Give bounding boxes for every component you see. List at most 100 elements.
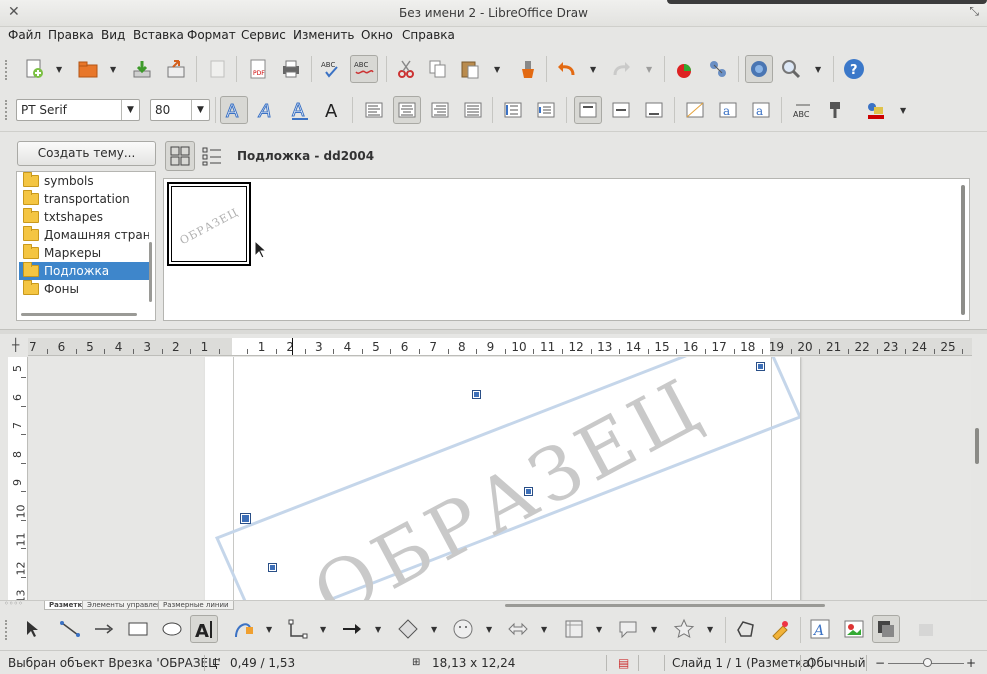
chevron-down-icon[interactable]: ▼ [431,625,437,634]
chevron-down-icon[interactable]: ▼ [375,625,381,634]
valign-bottom-icon[interactable] [640,96,668,124]
theme-list[interactable]: symbols transportation txtshapes Домашня… [16,171,156,321]
chevron-down-icon[interactable]: ▼ [56,65,62,74]
chevron-down-icon[interactable]: ▼ [320,625,326,634]
chevron-down-icon[interactable]: ▼ [590,65,596,74]
align-justify-icon[interactable] [459,96,487,124]
valign-top-icon[interactable] [574,96,602,124]
autospellcheck-icon[interactable]: ABC [350,55,378,83]
detail-view-icon[interactable] [197,141,227,171]
glue-points-icon[interactable] [766,615,794,643]
text-italic-outline-icon[interactable]: A [253,96,281,124]
line-arrow-icon[interactable] [338,615,366,643]
text-fit-icon[interactable] [681,96,709,124]
extrusion-icon[interactable] [872,615,900,643]
points-edit-icon[interactable] [732,615,760,643]
new-document-icon[interactable] [20,55,48,83]
copy-icon[interactable] [424,55,452,83]
flowchart-icon[interactable] [560,615,588,643]
theme-list-scrollbar[interactable] [149,242,152,302]
list-item[interactable]: Фоны [19,280,149,298]
gallery-items-view[interactable]: ОБРАЗЕЦ [163,178,970,321]
chevron-down-icon[interactable]: ▼ [815,65,821,74]
canvas-vscrollbar[interactable] [972,338,987,602]
zoom-out-icon[interactable]: − [875,656,885,670]
ellipse-icon[interactable] [158,615,186,643]
gallery-icon[interactable] [745,55,773,83]
stars-icon[interactable] [670,615,698,643]
list-item-selected[interactable]: Подложка [19,262,149,280]
chevron-down-icon[interactable]: ▼ [110,65,116,74]
page[interactable]: ОБРАЗЕЦ [205,357,800,600]
navigator-icon[interactable] [704,55,732,83]
menu-format[interactable]: Формат [187,28,236,42]
resize-handle[interactable] [472,390,481,399]
font-size-combo[interactable]: 80 ▼ [150,99,210,121]
document-modified-icon[interactable]: ▤ [618,656,629,670]
list-item[interactable]: Домашняя страниц [19,226,149,244]
align-center-icon[interactable] [393,96,421,124]
help-icon[interactable]: ? [840,55,868,83]
select-pointer-icon[interactable] [18,615,46,643]
gallery-scrollbar[interactable] [961,185,965,315]
zoom-icon[interactable] [777,55,805,83]
curve-tool-icon[interactable] [230,615,258,643]
rectangle-icon[interactable] [124,615,152,643]
text-tool-icon[interactable]: A [190,615,218,643]
list-item[interactable]: transportation [19,190,149,208]
fontwork-icon[interactable]: A [806,615,834,643]
spellcheck-icon[interactable]: ABC [317,55,345,83]
menu-tools[interactable]: Сервис [241,28,286,42]
ruler-origin-icon[interactable]: ┼ [12,338,19,352]
arrow-line-icon[interactable] [90,615,118,643]
resize-handle[interactable] [240,513,251,524]
spacing-increase-icon[interactable] [499,96,527,124]
menu-insert[interactable]: Вставка [133,28,184,42]
menu-edit[interactable]: Правка [48,28,94,42]
theme-list-hscrollbar[interactable] [21,313,137,316]
resize-handle[interactable] [268,563,277,572]
send-mail-icon[interactable] [162,55,190,83]
valign-center-icon[interactable] [607,96,635,124]
text-shadow-icon[interactable]: A [319,96,347,124]
transformations-icon[interactable] [912,615,940,643]
menu-file[interactable]: Файл [8,28,41,42]
redo-icon[interactable] [608,55,636,83]
edit-file-icon[interactable] [204,55,232,83]
menu-window[interactable]: Окно [361,28,393,42]
canvas-hscrollbar[interactable] [505,604,825,607]
text-underline-icon[interactable]: A [286,96,314,124]
export-pdf-icon[interactable]: PDF [244,55,272,83]
paste-icon[interactable] [456,55,484,83]
basic-shapes-icon[interactable] [394,615,422,643]
align-left-icon[interactable] [360,96,388,124]
chevron-down-icon[interactable]: ▼ [646,65,652,74]
cut-icon[interactable] [392,55,420,83]
save-icon[interactable] [128,55,156,83]
block-arrows-icon[interactable] [504,615,532,643]
list-item[interactable]: symbols [19,172,149,190]
chevron-down-icon[interactable]: ▼ [486,625,492,634]
chevron-down-icon[interactable]: ▼ [707,625,713,634]
resize-handle[interactable] [524,487,533,496]
character-color-icon[interactable] [862,96,890,124]
zoom-in-icon[interactable]: + [966,656,976,670]
connector-icon[interactable] [284,615,312,643]
menu-modify[interactable]: Изменить [293,28,355,42]
undo-icon[interactable] [552,55,580,83]
chevron-down-icon[interactable]: ▼ [494,65,500,74]
print-icon[interactable] [277,55,305,83]
list-item[interactable]: Маркеры [19,244,149,262]
chevron-down-icon[interactable]: ▼ [266,625,272,634]
text-outline-icon[interactable]: A [220,96,248,124]
zoom-slider-knob[interactable] [923,658,932,667]
tab-dimension-lines[interactable]: Размерные линии [158,601,234,610]
icon-view-icon[interactable] [165,141,195,171]
vertical-ruler[interactable]: 5 6 7 8 9 10 11 12 13 [8,357,28,600]
text-frame-icon[interactable]: a [747,96,775,124]
insert-image-icon[interactable] [840,615,868,643]
chevron-down-icon[interactable]: ▼ [651,625,657,634]
line-icon[interactable] [56,615,84,643]
character-spacing-icon[interactable]: ABC [789,96,817,124]
chevron-down-icon[interactable]: ▼ [596,625,602,634]
